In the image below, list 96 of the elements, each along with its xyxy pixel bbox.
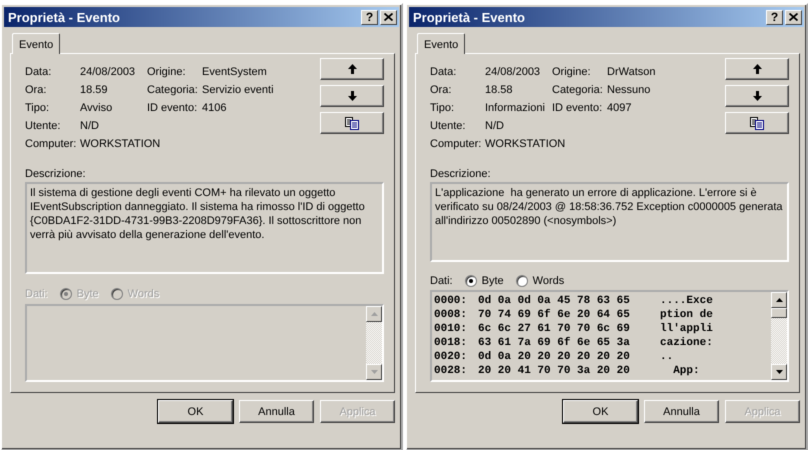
field-value: N/D [80, 120, 100, 134]
field-label: Ora: [25, 84, 48, 98]
window-title: Proprietà - Evento [8, 10, 121, 24]
field-label: Computer: [25, 138, 78, 152]
up-arrow-icon [348, 64, 356, 74]
hex-offset: 0000: [434, 295, 468, 307]
close-icon [384, 13, 393, 21]
scroll-thumb[interactable] [771, 308, 787, 318]
tab[interactable]: Evento [12, 33, 60, 54]
down-triangle-icon [776, 370, 782, 374]
scroll-down-button[interactable] [771, 364, 787, 380]
field-label: Data: [430, 66, 458, 80]
field-value: 18.59 [80, 84, 109, 98]
field-label: Ora: [430, 84, 452, 98]
hex-ascii: ption de [660, 309, 713, 321]
field-label: Utente: [25, 120, 62, 134]
down-arrow-icon [752, 91, 762, 101]
help-button[interactable]: ? [361, 10, 378, 24]
field-label: Origine: [147, 66, 187, 80]
hex-offset: 0028: [434, 365, 468, 377]
previous-button[interactable] [725, 58, 789, 80]
hex-bytes: 0d 0a 0d 0a 45 78 63 65 [478, 295, 631, 307]
previous-button[interactable] [320, 58, 384, 80]
dialog-button[interactable]: Annulla [239, 400, 314, 423]
hex-ascii: .. [660, 351, 674, 363]
field-label: Data: [25, 66, 52, 80]
field-label: Computer: [430, 138, 482, 152]
radio-label: Byte [482, 275, 504, 288]
dialog-button[interactable]: OK [563, 400, 638, 423]
data-label: Dati: [430, 275, 453, 288]
down-arrow-icon [348, 91, 356, 101]
copy-button[interactable] [725, 112, 789, 134]
field-label: Categoria: [552, 84, 604, 98]
field-label: Utente: [430, 120, 466, 134]
field-value: WORKSTATION [485, 138, 566, 152]
hex-bytes: 70 74 69 6f 6e 20 64 65 [478, 309, 631, 321]
field-value: 4106 [202, 102, 228, 116]
hex-ascii: cazione: [660, 337, 713, 349]
field-value: EventSystem [202, 66, 268, 80]
copy-button[interactable] [320, 112, 384, 134]
next-button[interactable] [725, 85, 789, 107]
field-value: Avviso [80, 102, 114, 116]
tab[interactable]: Evento [417, 33, 466, 54]
hex-offset: 0020: [434, 351, 468, 363]
field-label: Origine: [552, 66, 592, 80]
description-box: Il sistema di gestione degli eventi COM+ ha rilevato un oggetto IEventSubscription danneggiato. Il sistema ha rimosso l'ID di oggetto {C0BDA1F2-31DD-4731-99B3-2208D979FA36}. Il sottoscrittore non verrà più avvisato della generazione dell'evento. [25, 182, 384, 274]
field-value: Nessuno [607, 84, 652, 98]
field-value: Informazioni [485, 102, 546, 116]
field-value: 18.58 [485, 84, 514, 98]
hex-offset: 0008: [434, 309, 468, 321]
radio-button[interactable]: Words [516, 275, 564, 288]
scrollbar[interactable] [366, 306, 382, 380]
hex-ascii: App: [672, 365, 700, 377]
field-value: 24/08/2003 [485, 66, 542, 80]
field-value: N/D [485, 120, 505, 134]
down-triangle-icon [370, 370, 378, 374]
up-arrow-icon [752, 64, 762, 74]
field-value: Servizio eventi [202, 84, 274, 98]
up-triangle-icon [370, 312, 378, 316]
dialog-button[interactable]: Annulla [644, 400, 719, 423]
field-label: Tipo: [430, 102, 456, 116]
radio-button[interactable]: Byte [464, 275, 504, 288]
help-button[interactable]: ? [766, 10, 783, 24]
field-label: ID evento: [147, 102, 198, 116]
copy-icon [345, 116, 359, 130]
hex-offset: 0018: [434, 337, 468, 349]
dialog-button[interactable]: OK [158, 400, 233, 423]
window-title: Proprietà - Evento [413, 10, 526, 24]
close-icon [789, 13, 798, 21]
field-value: WORKSTATION [80, 138, 162, 152]
field-label: Tipo: [25, 102, 50, 116]
close-button[interactable] [785, 10, 802, 24]
description-label: Descrizione: [430, 168, 491, 180]
field-value: 4097 [607, 102, 632, 116]
field-label: Categoria: [147, 84, 199, 98]
field-label: ID evento: [552, 102, 604, 116]
copy-icon [750, 116, 764, 130]
next-button[interactable] [320, 85, 384, 107]
scroll-up-button[interactable] [771, 292, 787, 308]
hex-bytes: 20 20 41 70 70 3a 20 20 [478, 365, 631, 377]
field-value: DrWatson [607, 66, 656, 80]
field-value: 24/08/2003 [80, 66, 136, 80]
radio-label: Words [532, 275, 564, 288]
hex-bytes: 0d 0a 20 20 20 20 20 20 [478, 351, 631, 363]
scroll-up-button[interactable] [366, 306, 382, 322]
description-box: L'applicazione ha generato un errore di applicazione. L'errore si è verificato su 08/24/2003 @ 18:58:36.752 Exception c0000005 generata all'indirizzo 00502890 (<nosymbols>) [430, 182, 789, 262]
hex-offset: 0010: [434, 323, 468, 335]
scroll-down-button[interactable] [366, 364, 382, 380]
up-triangle-icon [776, 298, 782, 302]
description-label: Descrizione: [25, 168, 86, 180]
scrollbar[interactable] [771, 292, 787, 380]
hex-ascii: ll'appli [660, 323, 713, 335]
hex-ascii: ....Exce [660, 295, 713, 307]
hex-bytes: 6c 6c 27 61 70 70 6c 69 [478, 323, 631, 335]
close-button[interactable] [380, 10, 397, 24]
hex-bytes: 63 61 7a 69 6f 6e 65 3a [478, 337, 631, 349]
